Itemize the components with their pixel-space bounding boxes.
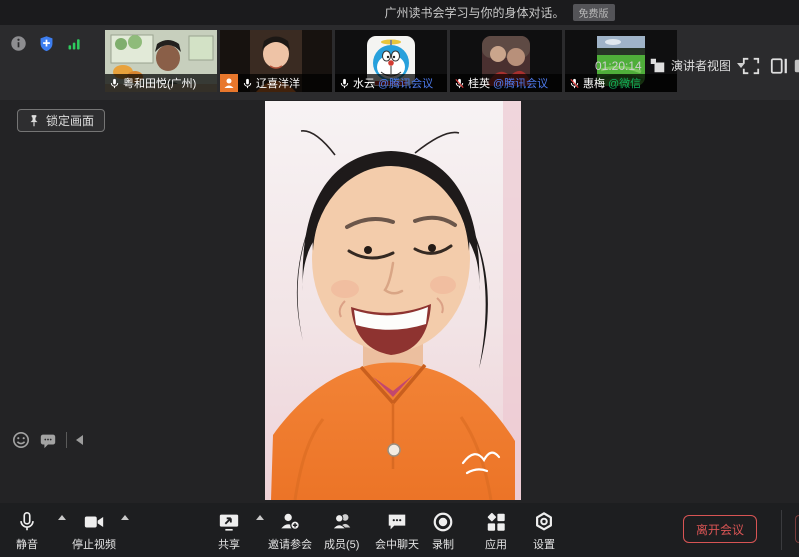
network-signal-icon[interactable] (66, 35, 83, 52)
meeting-window: 广州读书会学习与你的身体对话。 免费版 (0, 0, 799, 557)
view-mode-label: 演讲者视图 (671, 57, 731, 74)
video-options-caret[interactable] (121, 515, 129, 520)
record-label: 录制 (432, 536, 454, 552)
invite-person-icon (279, 511, 301, 533)
stop-video-label: 停止视频 (72, 536, 116, 552)
camera-icon (83, 511, 105, 533)
toolbar-divider (781, 510, 782, 550)
members-label: 成员(5) (324, 536, 359, 552)
divider (66, 432, 67, 448)
meeting-timer: 01:20:14 (595, 59, 642, 73)
host-person-icon (223, 77, 235, 89)
invite-button[interactable]: 邀请参会 (268, 511, 312, 552)
mic-muted-icon (454, 78, 465, 89)
participant-label: 惠梅@微信 (565, 74, 677, 92)
record-button[interactable]: 录制 (432, 511, 454, 552)
side-by-side-layout-icon[interactable] (770, 57, 788, 75)
reaction-bar (12, 431, 83, 449)
participant-label: 辽喜洋洋 (238, 74, 332, 92)
members-icon (331, 511, 353, 533)
participant-tile-1[interactable]: 粤和田悦(广州) (105, 30, 217, 92)
record-icon (432, 511, 454, 533)
mute-button[interactable]: 静音 (16, 511, 38, 552)
participant-name: 辽喜洋洋 (256, 75, 300, 91)
participant-label: 桂英@腾讯会议 (450, 74, 562, 92)
apps-grid-icon (485, 511, 507, 533)
chat-bubble-icon (386, 511, 408, 533)
pin-icon (28, 114, 40, 128)
main-stage: 锁定画面 (0, 100, 799, 503)
participant-suffix: @腾讯会议 (493, 75, 548, 91)
fullscreen-icon[interactable] (742, 57, 760, 75)
emoji-reaction-icon[interactable] (12, 431, 30, 449)
bottom-toolbar: 静音 停止视频 共享 (0, 503, 799, 557)
title-bar: 广州读书会学习与你的身体对话。 免费版 (0, 0, 799, 25)
stop-video-button[interactable]: 停止视频 (72, 511, 116, 552)
participant-label: 粤和田悦(广州) (105, 74, 217, 92)
participant-label: 水云@腾讯会议 (335, 74, 447, 92)
title-group: 广州读书会学习与你的身体对话。 免费版 (384, 0, 614, 25)
share-screen-icon (218, 511, 240, 533)
participant-name: 惠梅 (583, 75, 605, 91)
security-shield-icon[interactable] (38, 35, 55, 52)
share-options-caret[interactable] (256, 515, 264, 520)
view-mode-selector[interactable]: 演讲者视图 (650, 56, 745, 74)
free-version-badge[interactable]: 免费版 (573, 4, 615, 21)
mute-label: 静音 (16, 536, 38, 552)
host-badge (220, 74, 238, 92)
members-button[interactable]: 成员(5) (324, 511, 359, 552)
mic-options-caret[interactable] (58, 515, 66, 520)
participant-tile-2[interactable]: 辽喜洋洋 (220, 30, 332, 92)
share-label: 共享 (218, 536, 240, 552)
settings-button[interactable]: 设置 (533, 511, 555, 552)
apps-button[interactable]: 应用 (485, 511, 507, 552)
meeting-chat-button[interactable]: 会中聊天 (375, 511, 419, 552)
participant-name: 水云 (353, 75, 375, 91)
participant-name: 粤和田悦(广州) (123, 75, 196, 91)
mic-muted-icon (569, 78, 580, 89)
participant-suffix: @腾讯会议 (378, 75, 433, 91)
apps-label: 应用 (485, 536, 507, 552)
status-icons (10, 35, 83, 52)
participant-name: 桂英 (468, 75, 490, 91)
mic-on-icon (339, 78, 350, 89)
microphone-icon (16, 511, 38, 533)
lock-view-label: 锁定画面 (46, 112, 94, 129)
participant-suffix: @微信 (608, 75, 641, 91)
share-screen-button[interactable]: 共享 (218, 511, 240, 552)
lock-view-button[interactable]: 锁定画面 (17, 109, 105, 132)
partial-clipped-button (795, 515, 799, 543)
partial-clipped-icon (793, 57, 799, 75)
settings-gear-icon (533, 511, 555, 533)
invite-label: 邀请参会 (268, 536, 312, 552)
speaker-view-icon (650, 58, 665, 73)
collapse-reactions-arrow-icon[interactable] (76, 435, 83, 445)
participant-tile-4[interactable]: 桂英@腾讯会议 (450, 30, 562, 92)
mic-on-icon (242, 78, 253, 89)
leave-meeting-button[interactable]: 离开会议 (683, 515, 757, 543)
meeting-info-icon[interactable] (10, 35, 27, 52)
participant-tile-3[interactable]: 水云@腾讯会议 (335, 30, 447, 92)
meeting-title: 广州读书会学习与你的身体对话。 (384, 4, 564, 21)
chat-label: 会中聊天 (375, 536, 419, 552)
top-strip: 粤和田悦(广州) (0, 25, 799, 100)
mic-on-icon (109, 78, 120, 89)
settings-label: 设置 (533, 536, 555, 552)
quick-chat-icon[interactable] (39, 431, 57, 449)
main-video[interactable] (265, 101, 521, 500)
